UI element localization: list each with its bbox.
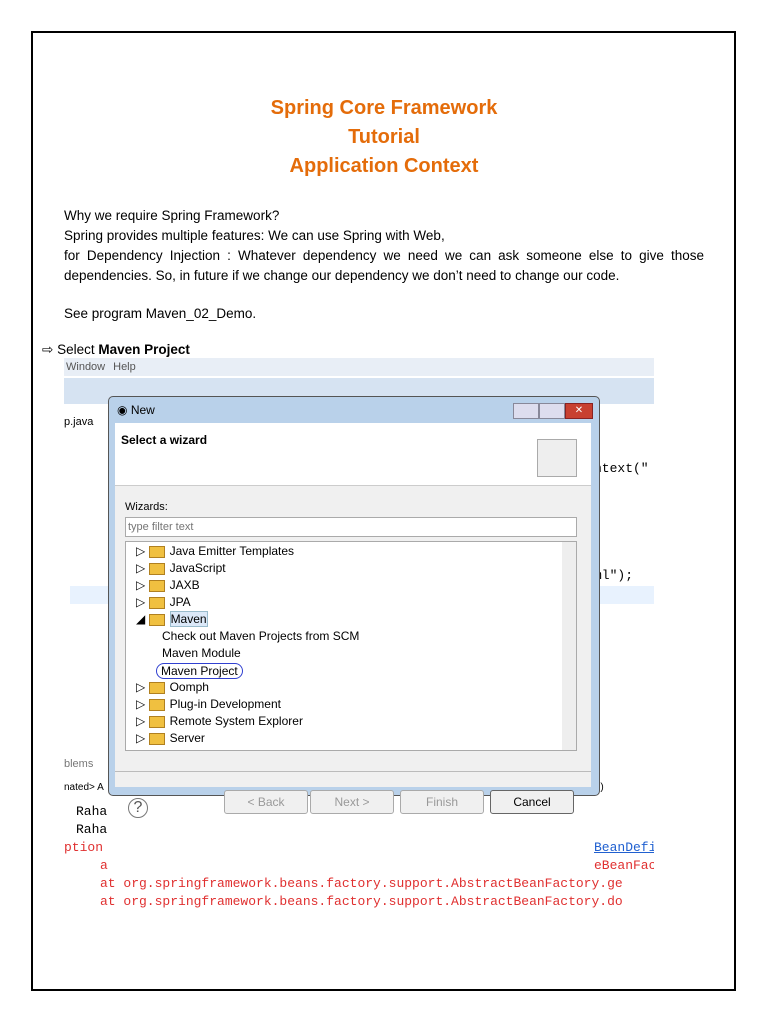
stack-trace-line: at org.springframework.beans.factory.sup… (100, 876, 623, 891)
new-wizard-dialog: ◉ New ✕ Select a wizard Wizards: ▷ Java … (108, 396, 600, 796)
eclipse-icon: ◉ (117, 403, 131, 417)
console-line: ption (64, 840, 104, 855)
document-page: Spring Core Framework Tutorial Applicati… (0, 0, 768, 1024)
console-line: Raha (76, 804, 108, 819)
tree-item[interactable]: ▷ JPA (136, 595, 191, 609)
console-line: a (100, 858, 108, 873)
console-header: nated> A (64, 782, 104, 793)
back-button[interactable]: < Back (224, 790, 308, 814)
tree-item-maven-project[interactable]: Maven Project (156, 663, 243, 679)
stack-trace-line: at org.springframework.beans.factory.sup… (100, 894, 623, 909)
cancel-button[interactable]: Cancel (490, 790, 574, 814)
console-line: Raha (76, 822, 108, 837)
see-program: See program Maven_02_Demo. (64, 306, 257, 321)
arrow-icon: ⇨ (42, 342, 58, 357)
minimize-button[interactable] (513, 403, 539, 419)
eclipse-screenshot: Window Help p.java ntext(" ml"); blems na… (64, 358, 654, 913)
wizard-tree: ▷ Java Emitter Templates ▷ JavaScript ▷ … (125, 541, 577, 751)
wizards-label: Wizards: (125, 501, 168, 513)
console-link[interactable]: BeanDefi (594, 840, 654, 855)
tree-item[interactable]: ▷ Java Emitter Templates (136, 544, 294, 558)
dialog-body: Select a wizard Wizards: ▷ Java Emitter … (115, 423, 591, 787)
scrollbar[interactable] (562, 542, 576, 750)
title-line: Spring Core Framework (270, 97, 498, 119)
document-title: Spring Core Framework Tutorial Applicati… (0, 94, 768, 181)
close-icon[interactable]: ✕ (565, 403, 593, 419)
tree-item[interactable]: ▷ JAXB (136, 578, 200, 592)
editor-tab[interactable]: p.java (64, 416, 93, 428)
line: Spring provides multiple features: We ca… (64, 228, 445, 243)
filter-input[interactable] (125, 517, 577, 537)
dialog-title-text: New (130, 403, 155, 417)
tree-item-maven[interactable]: ◢ Maven (136, 611, 208, 627)
select-step: ⇨ Select Maven Project (42, 340, 682, 360)
select-text: Select (57, 342, 99, 357)
select-bold: Maven Project (98, 342, 190, 357)
next-button[interactable]: Next > (310, 790, 394, 814)
maximize-button[interactable] (539, 403, 565, 419)
tree-item[interactable]: ▷ Plug-in Development (136, 697, 281, 711)
title-line: Tutorial (348, 126, 420, 148)
finish-button[interactable]: Finish (400, 790, 484, 814)
intro-text: Why we require Spring Framework? Spring … (64, 206, 704, 324)
tree-item[interactable]: ▷ JavaScript (136, 561, 226, 575)
wizard-banner-icon (537, 439, 577, 477)
tree-item[interactable]: ▷ Oomph (136, 680, 209, 694)
question: Why we require Spring Framework? (64, 208, 280, 223)
dialog-title: ◉ New (117, 403, 155, 417)
menu-bar: Window Help (64, 358, 654, 376)
tree-item[interactable]: ▷ Server (136, 731, 205, 745)
help-icon[interactable]: ? (128, 798, 148, 818)
divider (115, 771, 591, 772)
title-line: Application Context (289, 155, 479, 177)
menu-window[interactable]: Window (66, 361, 105, 373)
menu-help[interactable]: Help (113, 361, 136, 373)
banner: Select a wizard (115, 423, 591, 486)
line: for Dependency Injection : Whatever depe… (64, 248, 704, 283)
console-line: eBeanFac (594, 858, 654, 873)
problems-tab[interactable]: blems (64, 758, 93, 770)
dialog-heading: Select a wizard (121, 433, 208, 447)
code: ntext(" (594, 461, 649, 476)
tree-item[interactable]: Check out Maven Projects from SCM (162, 629, 359, 643)
tree-item[interactable]: ▷ Remote System Explorer (136, 714, 303, 728)
tree-item[interactable]: Maven Module (162, 646, 241, 660)
